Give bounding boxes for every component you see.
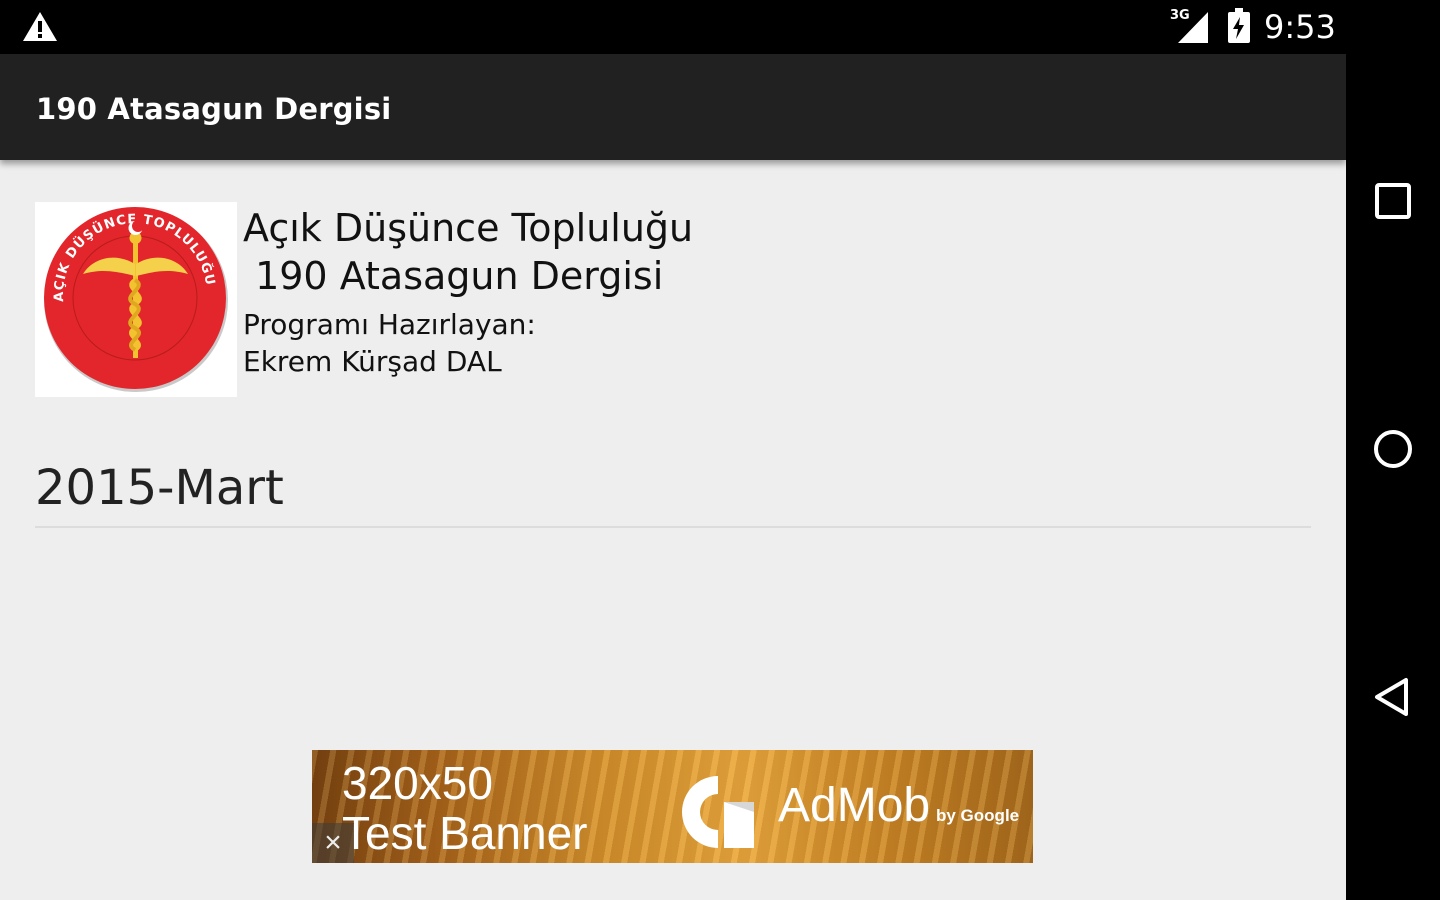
issue-label: 2015-Mart: [35, 460, 284, 516]
main-content: AÇIK DÜŞÜNCE TOPLULUĞU Açık Düşünce Topl…: [0, 160, 1346, 900]
recents-icon[interactable]: [1368, 176, 1418, 226]
prepared-by-label: Programı Hazırlayan:: [243, 308, 536, 341]
status-clock: 9:53: [1264, 8, 1336, 46]
status-bar: 3G 9:53: [0, 0, 1346, 54]
app-title: 190 Atasagun Dergisi: [36, 92, 392, 126]
navigation-bar: [1346, 0, 1440, 900]
app-header-text: Açık Düşünce Topluluğu 190 Atasagun Derg…: [243, 204, 693, 380]
admob-brand: AdMob: [778, 779, 931, 832]
warning-icon: [23, 12, 57, 41]
magazine-name: 190 Atasagun Dergisi: [243, 254, 664, 298]
ad-size-label: 320x50: [342, 757, 493, 809]
admob-logo-icon: [682, 776, 754, 848]
list-item-issue[interactable]: 2015-Mart: [35, 450, 1311, 528]
ad-close-button[interactable]: ×: [312, 823, 354, 863]
admob-by-google: by Google: [936, 806, 1020, 825]
battery-icon: [1228, 8, 1250, 43]
home-icon[interactable]: [1368, 424, 1418, 474]
ad-text: Test Banner: [342, 807, 588, 859]
signal-icon: 3G: [1168, 8, 1210, 44]
back-icon[interactable]: [1368, 672, 1418, 722]
ad-banner[interactable]: 320x50 Test Banner × AdMob by Google: [312, 750, 1033, 863]
app-bar: 190 Atasagun Dergisi: [0, 54, 1346, 160]
prepared-by-name: Ekrem Kürşad DAL: [243, 345, 502, 378]
org-name: Açık Düşünce Topluluğu: [243, 206, 694, 250]
caduceus-logo-icon: AÇIK DÜŞÜNCE TOPLULUĞU: [44, 207, 228, 392]
logo: AÇIK DÜŞÜNCE TOPLULUĞU: [35, 202, 237, 397]
